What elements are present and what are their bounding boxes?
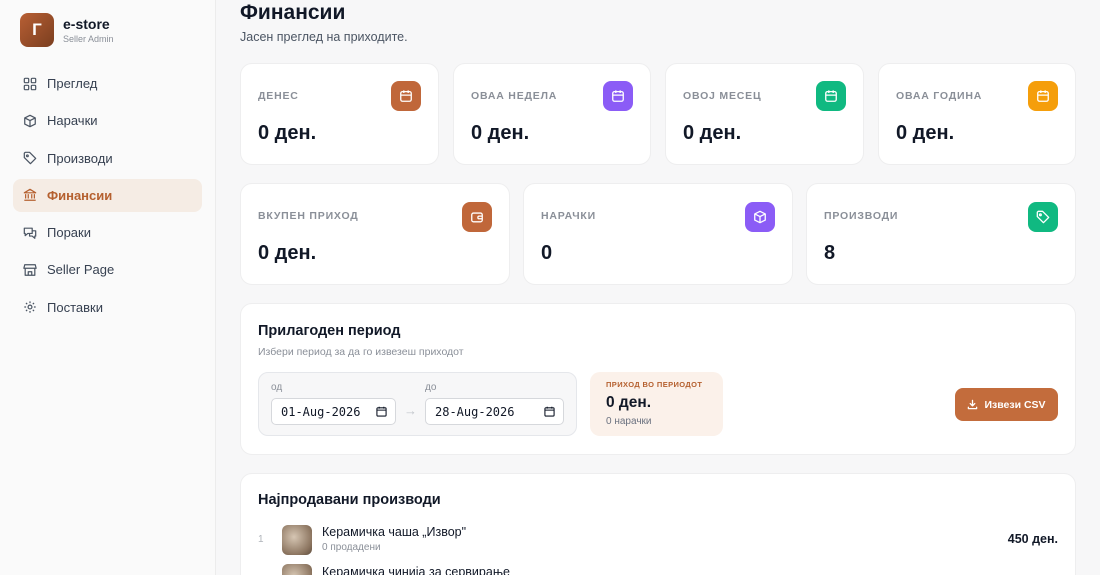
product-thumbnail bbox=[282, 564, 312, 575]
sidebar-item-settings[interactable]: Поставки bbox=[13, 291, 202, 324]
product-name: Керамичка чинија за сервирање bbox=[322, 565, 510, 575]
calendar-icon bbox=[1028, 81, 1058, 111]
stat-value: 0 ден. bbox=[258, 122, 317, 144]
sidebar-item-label: Поставки bbox=[47, 299, 103, 315]
custom-period-card: Прилагоден период Избери период за да го… bbox=[240, 303, 1076, 455]
box-icon bbox=[745, 202, 775, 232]
export-csv-label: Извези CSV bbox=[984, 398, 1046, 411]
page-title: Финансии bbox=[240, 1, 346, 24]
chat-icon bbox=[23, 226, 37, 240]
to-date-value: 28-Aug-2026 bbox=[435, 404, 515, 419]
top-products-card: Најпродавани производи 1 Керамичка чаша … bbox=[240, 473, 1076, 575]
brand[interactable]: Г e-store Seller Admin bbox=[20, 13, 114, 47]
calendar-icon bbox=[391, 81, 421, 111]
store-role: Seller Admin bbox=[63, 34, 114, 44]
stat-value: 0 bbox=[541, 242, 553, 264]
top-products-title: Најпродавани производи bbox=[258, 492, 441, 508]
custom-period-title: Прилагоден период bbox=[258, 323, 401, 339]
stat-label: ОВАА НЕДЕЛА bbox=[471, 90, 558, 102]
sidebar-item-label: Пораки bbox=[47, 225, 91, 241]
sidebar-item-seller-page[interactable]: Seller Page bbox=[13, 253, 202, 286]
stat-label: ВКУПЕН ПРИХОД bbox=[258, 210, 359, 222]
stat-value: 8 bbox=[824, 242, 836, 264]
from-date-value: 01-Aug-2026 bbox=[281, 404, 361, 419]
stat-card-orders: НАРАЧКИ 0 bbox=[523, 183, 793, 285]
gear-icon bbox=[23, 300, 37, 314]
stat-card-products: ПРОИЗВОДИ 8 bbox=[806, 183, 1076, 285]
store-logo: Г bbox=[20, 13, 54, 47]
box-icon bbox=[23, 114, 37, 128]
export-csv-button[interactable]: Извези CSV bbox=[955, 388, 1058, 421]
download-icon bbox=[968, 399, 978, 410]
stat-label: НАРАЧКИ bbox=[541, 210, 596, 222]
stat-value: 0 ден. bbox=[471, 122, 530, 144]
sidebar-item-label: Преглед bbox=[47, 76, 98, 91]
sidebar-item-label: Финансии bbox=[47, 187, 113, 203]
stat-label: ОВОЈ МЕСЕЦ bbox=[683, 90, 762, 102]
sidebar-item-label: Seller Page bbox=[47, 262, 115, 278]
sidebar-nav: Преглед Нарачки Производи Финансии Порак… bbox=[13, 67, 202, 328]
stat-label: ПРОИЗВОДИ bbox=[824, 210, 899, 222]
stat-card-week: ОВАА НЕДЕЛА 0 ден. bbox=[453, 63, 651, 165]
stat-value: 0 ден. bbox=[683, 122, 742, 144]
store-icon bbox=[23, 263, 37, 277]
product-rank: 1 bbox=[258, 534, 264, 545]
sidebar-item-finance[interactable]: Финансии bbox=[13, 178, 202, 212]
calendar-icon bbox=[603, 81, 633, 111]
grid-icon bbox=[23, 77, 37, 91]
period-orders-count: 0 нарачки bbox=[606, 416, 652, 427]
from-label: од bbox=[271, 382, 283, 393]
to-date-input[interactable]: 28-Aug-2026 bbox=[425, 398, 564, 425]
stat-value: 0 ден. bbox=[258, 242, 317, 264]
calendar-icon bbox=[376, 406, 387, 417]
stat-label: ДЕНЕС bbox=[258, 90, 299, 102]
period-income-label: ПРИХОД ВО ПЕРИОДОТ bbox=[606, 380, 703, 389]
sidebar-item-label: Нарачки bbox=[47, 113, 98, 129]
product-sold-count: 0 продадени bbox=[322, 542, 381, 553]
sidebar: Г e-store Seller Admin Преглед Нарачки П… bbox=[0, 0, 216, 575]
sidebar-item-messages[interactable]: Пораки bbox=[13, 216, 202, 249]
calendar-icon bbox=[816, 81, 846, 111]
stat-card-year: ОВАА ГОДИНА 0 ден. bbox=[878, 63, 1076, 165]
product-thumbnail bbox=[282, 525, 312, 555]
stat-value: 0 ден. bbox=[896, 122, 955, 144]
sidebar-item-overview[interactable]: Преглед bbox=[13, 67, 202, 100]
product-price: 450 ден. bbox=[1007, 532, 1058, 546]
stat-label: ОВАА ГОДИНА bbox=[896, 90, 983, 102]
page-subtitle: Јасен преглед на приходите. bbox=[240, 30, 408, 44]
stat-card-today: ДЕНЕС 0 ден. bbox=[240, 63, 439, 165]
sidebar-item-products[interactable]: Производи bbox=[13, 142, 202, 175]
to-label: до bbox=[425, 382, 437, 393]
tag-icon bbox=[23, 151, 37, 165]
bank-icon bbox=[23, 188, 37, 202]
period-income-box: ПРИХОД ВО ПЕРИОДОТ 0 ден. 0 нарачки bbox=[590, 372, 723, 436]
tag-icon bbox=[1028, 202, 1058, 232]
date-range-box: од 01-Aug-2026 → до 28-Aug-2026 bbox=[258, 372, 577, 436]
store-name: e-store bbox=[63, 16, 110, 32]
from-date-input[interactable]: 01-Aug-2026 bbox=[271, 398, 396, 425]
period-income-value: 0 ден. bbox=[606, 394, 652, 411]
stat-card-month: ОВОЈ МЕСЕЦ 0 ден. bbox=[665, 63, 864, 165]
wallet-icon bbox=[462, 202, 492, 232]
sidebar-item-label: Производи bbox=[47, 150, 113, 166]
custom-period-subtitle: Избери период за да го извезеш приходот bbox=[258, 346, 464, 358]
calendar-icon bbox=[544, 406, 555, 417]
arrow-right-icon: → bbox=[404, 403, 417, 418]
sidebar-item-orders[interactable]: Нарачки bbox=[13, 104, 202, 137]
product-name: Керамичка чаша „Извор" bbox=[322, 525, 467, 539]
stat-card-total-income: ВКУПЕН ПРИХОД 0 ден. bbox=[240, 183, 510, 285]
